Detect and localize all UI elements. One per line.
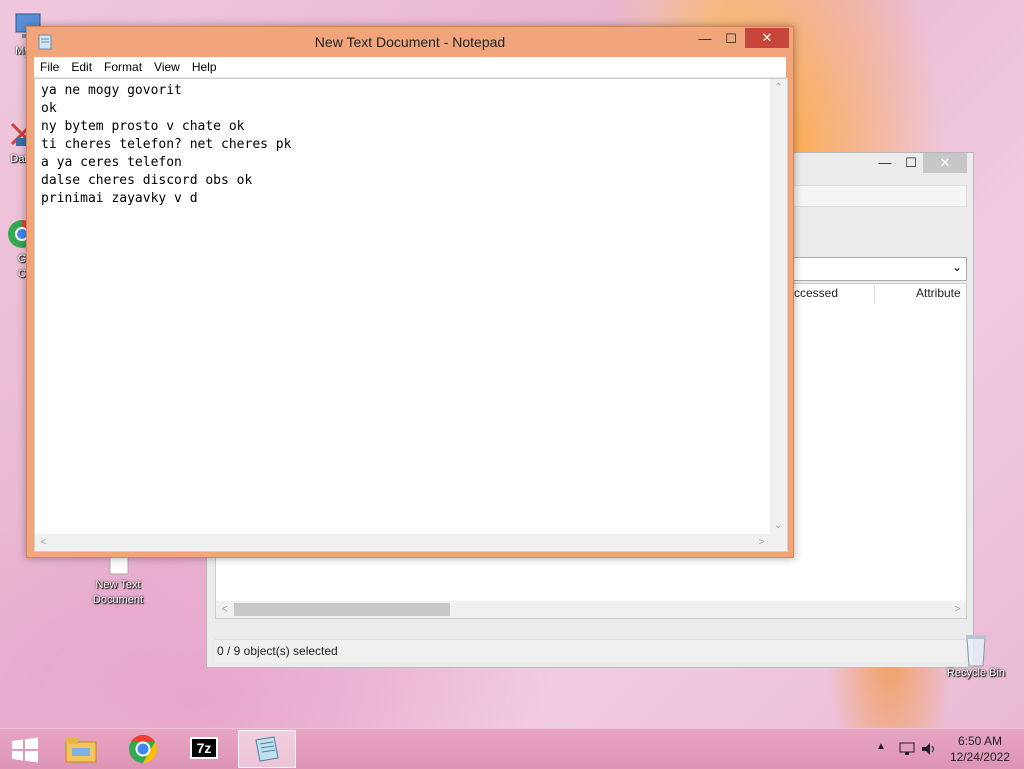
start-button[interactable] bbox=[0, 730, 50, 768]
file-explorer-icon bbox=[65, 738, 97, 763]
column-header-attributes[interactable]: Attribute bbox=[916, 286, 966, 300]
minimize-button[interactable]: — bbox=[871, 153, 899, 173]
window-title: New Text Document - Notepad bbox=[314, 34, 506, 50]
taskbar-file-explorer[interactable] bbox=[52, 730, 110, 768]
document-text[interactable]: ya ne mogy govorit ok ny bytem prosto v … bbox=[41, 82, 761, 208]
notepad-window[interactable]: New Text Document - Notepad — ☐ ✕ File Ed… bbox=[26, 26, 794, 558]
minimize-button[interactable]: — bbox=[691, 29, 719, 49]
vertical-scrollbar[interactable]: ⌃ ⌄ bbox=[770, 79, 787, 534]
explorer-toolbar bbox=[793, 185, 967, 207]
menu-format[interactable]: Format bbox=[98, 57, 148, 77]
network-icon[interactable] bbox=[898, 741, 916, 757]
status-text: 0 / 9 object(s) selected bbox=[217, 644, 338, 658]
taskbar-7zip[interactable]: 7z bbox=[176, 730, 234, 768]
clock-date: 12/24/2022 bbox=[949, 750, 1010, 764]
7zip-icon: 7z bbox=[190, 737, 218, 759]
desktop-icon-label: New Text Document bbox=[92, 579, 144, 606]
notepad-icon bbox=[255, 736, 279, 762]
show-hidden-icons-icon[interactable]: ▲ bbox=[876, 741, 886, 752]
menu-bar: File Edit Format View Help bbox=[34, 57, 786, 78]
desktop-icon-recycle-bin[interactable]: Recycle Bin bbox=[938, 632, 1014, 681]
windows-start-icon bbox=[12, 737, 38, 763]
menu-view[interactable]: View bbox=[148, 57, 186, 77]
chrome-icon bbox=[129, 735, 157, 763]
taskbar-clock[interactable]: 6:50 AM 12/24/2022 bbox=[950, 733, 1010, 765]
taskbar: 7z ▲ 6:50 AM 12/24/2022 bbox=[0, 728, 1024, 769]
scroll-left-icon[interactable]: < bbox=[216, 601, 233, 618]
scroll-right-icon[interactable]: > bbox=[753, 534, 770, 551]
explorer-ribbon bbox=[793, 207, 965, 253]
taskbar-notepad[interactable] bbox=[238, 730, 296, 768]
menu-file[interactable]: File bbox=[34, 57, 65, 77]
menu-help[interactable]: Help bbox=[186, 57, 223, 77]
scroll-right-icon[interactable]: > bbox=[949, 601, 966, 618]
volume-icon[interactable] bbox=[920, 741, 938, 757]
close-button[interactable]: ✕ bbox=[923, 153, 967, 173]
column-header-accessed[interactable]: ccessed bbox=[794, 286, 875, 304]
size-grip-icon[interactable] bbox=[770, 534, 787, 551]
scroll-thumb[interactable] bbox=[234, 603, 450, 616]
scroll-left-icon[interactable]: < bbox=[35, 534, 52, 551]
horizontal-scrollbar[interactable]: < > bbox=[216, 601, 966, 618]
desktop-icon-new-text-document[interactable]: New Text Document bbox=[80, 551, 156, 608]
text-editor[interactable]: ya ne mogy govorit ok ny bytem prosto v … bbox=[34, 78, 788, 552]
close-button[interactable]: ✕ bbox=[745, 28, 789, 48]
explorer-status-bar: 0 / 9 object(s) selected bbox=[215, 639, 965, 662]
maximize-button[interactable]: ☐ bbox=[897, 153, 925, 173]
horizontal-scrollbar[interactable]: < > bbox=[35, 534, 770, 551]
recycle-bin-icon bbox=[960, 632, 992, 667]
clock-time: 6:50 AM bbox=[957, 734, 1002, 748]
scroll-down-icon[interactable]: ⌄ bbox=[770, 517, 787, 534]
maximize-button[interactable]: ☐ bbox=[717, 29, 745, 49]
menu-edit[interactable]: Edit bbox=[65, 57, 98, 77]
explorer-address-bar[interactable]: ⌄ bbox=[793, 257, 967, 281]
desktop-icon-label: Recycle Bin bbox=[946, 667, 1006, 679]
chevron-down-icon[interactable]: ⌄ bbox=[952, 260, 962, 274]
scroll-up-icon[interactable]: ⌃ bbox=[770, 79, 787, 96]
taskbar-chrome[interactable] bbox=[114, 730, 172, 768]
